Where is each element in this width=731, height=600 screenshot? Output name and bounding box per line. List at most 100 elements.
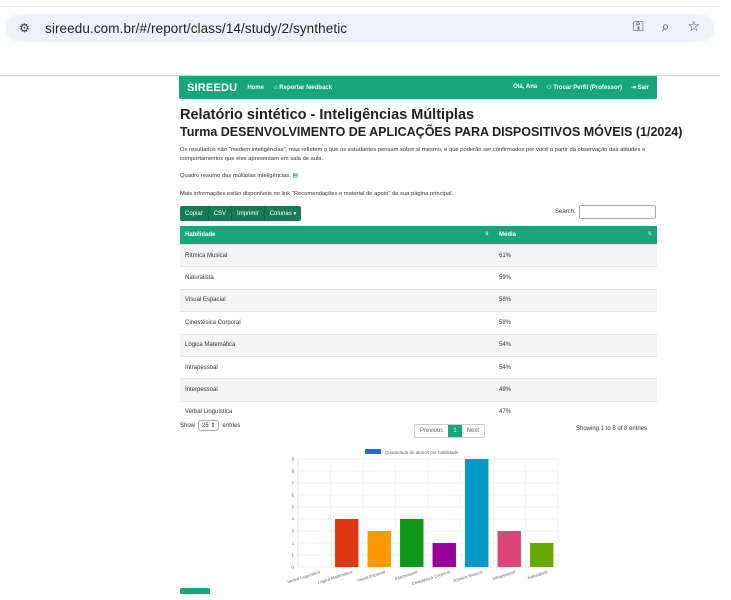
- x-tick-label: Visual Espacial: [356, 569, 385, 583]
- app-navbar: SIREEDU Home ⌂ Reportar feedback Olá, An…: [179, 76, 657, 99]
- sort-icon: ⇅: [484, 231, 489, 237]
- y-tick-label: 4: [291, 517, 294, 522]
- skill-cell: Rítmica Musical: [180, 243, 494, 267]
- table-row: Interpessoal 49%: [180, 378, 657, 402]
- skill-cell: Interpessoal: [180, 378, 494, 402]
- skill-cell: Lógica Matemática: [180, 333, 494, 357]
- legend-label: Quantidade de alunos por habilidade: [385, 450, 459, 455]
- intro-paragraph: Os resultados não "medem inteligências",…: [180, 147, 646, 162]
- average-cell: 61%: [494, 243, 657, 267]
- navbar-right: Olá, Ana ⚇ Trocar Perfil (Professor) ⇥ S…: [513, 84, 649, 91]
- header-habilidade-label: Habilidade: [185, 232, 216, 238]
- user-greeting: Olá, Ana: [513, 84, 538, 90]
- table-row: Cinestésica Corporal 58%: [180, 311, 657, 335]
- table-row: Rítmica Musical 61%: [180, 243, 657, 267]
- table-header-row: Habilidade ⇅ Média ⇅: [180, 226, 657, 245]
- footer-button[interactable]: [180, 588, 210, 594]
- header-media[interactable]: Média ⇅: [494, 226, 657, 245]
- bar: [400, 519, 424, 567]
- print-button[interactable]: Imprimir: [232, 206, 265, 221]
- y-tick-label: 3: [291, 529, 294, 534]
- average-cell: 54%: [494, 333, 657, 357]
- x-tick-label: Rítmica Musical: [453, 569, 483, 583]
- table-info: Showing 1 to 8 of 8 entries: [576, 426, 648, 432]
- x-tick-label: Verbal Linguística: [287, 569, 321, 584]
- class-subtitle: Turma DESENVOLVIMENTO DE APLICAÇÕES PARA…: [180, 125, 683, 139]
- average-cell: 58%: [494, 311, 657, 335]
- columns-label: Colunas: [269, 210, 292, 217]
- search-label: Search:: [555, 209, 576, 215]
- x-tick-label: Intrapessoal: [492, 569, 516, 581]
- y-tick-label: 9: [291, 457, 294, 462]
- logout-label: Sair: [637, 85, 649, 91]
- site-settings-icon[interactable]: ⚙: [19, 21, 37, 35]
- x-tick-label: Lógica Matemática: [317, 569, 353, 585]
- average-cell: 49%: [494, 378, 657, 402]
- switch-profile-link[interactable]: ⚇ Trocar Perfil (Professor): [546, 84, 622, 91]
- average-cell: 54%: [494, 355, 657, 379]
- bar: [497, 531, 521, 567]
- summary-link[interactable]: Quadro resumo das múltiplas inteligência…: [180, 173, 291, 179]
- page-size-control: Show 25 ⇕ entries: [180, 420, 240, 431]
- address-bar-actions: ⚿ ⌕ ☆: [633, 18, 700, 35]
- bar: [465, 459, 489, 567]
- page-size-select[interactable]: 25 ⇕: [198, 420, 220, 431]
- bookmark-star-icon[interactable]: ☆: [687, 18, 700, 35]
- average-cell: 47%: [494, 400, 657, 424]
- more-info-paragraph: Mais informações estão disponíveis no li…: [180, 191, 454, 197]
- next-button[interactable]: Next: [462, 425, 484, 437]
- copy-button[interactable]: Copiar: [180, 206, 209, 221]
- logout-link[interactable]: ⇥ Sair: [631, 84, 649, 91]
- table-row: Naturalista 59%: [180, 266, 657, 290]
- password-key-icon[interactable]: ⚿: [633, 18, 644, 35]
- browser-top-divider: [0, 6, 720, 7]
- header-media-label: Média: [499, 232, 517, 238]
- brand-logo[interactable]: SIREEDU: [187, 82, 237, 94]
- address-bar[interactable]: ⚙ sireedu.com.br/#/report/class/14/study…: [6, 14, 714, 42]
- bar: [367, 531, 391, 567]
- skill-cell: Naturalista: [180, 266, 494, 290]
- average-cell: 58%: [494, 288, 657, 312]
- switch-profile-label: Trocar Perfil (Professor): [553, 85, 622, 91]
- page-size-value: 25: [202, 423, 209, 429]
- header-habilidade[interactable]: Habilidade ⇅: [180, 226, 494, 245]
- url-text[interactable]: sireedu.com.br/#/report/class/14/study/2…: [45, 21, 347, 36]
- y-tick-label: 7: [291, 481, 294, 486]
- skills-bar-chart: Quantidade de alunos por habilidade 0 1 2 3 4…: [287, 449, 559, 586]
- y-tick-label: 6: [291, 493, 294, 498]
- pagination: Previous 1 Next: [414, 424, 486, 438]
- skill-cell: Cinestésica Corporal: [180, 311, 494, 335]
- columns-button[interactable]: Colunas ▾: [264, 206, 302, 221]
- search-input[interactable]: [579, 205, 656, 219]
- export-button-group: Copiar CSV Imprimir Colunas ▾: [180, 206, 302, 221]
- show-label: Show: [180, 422, 196, 429]
- page-1-button[interactable]: 1: [448, 425, 462, 437]
- sort-icon: ⇅: [647, 231, 652, 237]
- legend-swatch: [365, 449, 381, 454]
- entries-label: entries: [222, 422, 241, 429]
- y-tick-label: 2: [291, 541, 294, 546]
- bar: [530, 543, 554, 567]
- x-tick-label: Naturalista: [527, 569, 549, 580]
- average-cell: 59%: [494, 266, 657, 290]
- skill-cell: Visual Espacial: [180, 288, 494, 312]
- excel-file-icon[interactable]: ▤: [292, 173, 297, 179]
- skill-cell: Intrapessoal: [180, 355, 494, 379]
- results-table: Habilidade ⇅ Média ⇅ Rítmica Musical 61% Na…: [180, 226, 657, 424]
- summary-paragraph: Quadro resumo das múltiplas inteligência…: [180, 172, 658, 181]
- nav-feedback[interactable]: ⌂ Reportar feedback: [274, 85, 332, 91]
- y-tick-label: 8: [291, 469, 294, 474]
- y-tick-label: 1: [291, 553, 294, 558]
- bar: [432, 543, 456, 567]
- bar: [335, 519, 359, 567]
- y-tick-label: 5: [291, 505, 294, 510]
- zoom-icon[interactable]: ⌕: [662, 18, 670, 35]
- previous-button[interactable]: Previous: [415, 425, 448, 437]
- feedback-label: Reportar feedback: [279, 84, 332, 91]
- table-row: Visual Espacial 58%: [180, 288, 657, 312]
- table-row: Verbal Linguística 47%: [180, 400, 657, 424]
- csv-button[interactable]: CSV: [208, 206, 233, 221]
- page-title: Relatório sintético - Inteligências Múlt…: [180, 107, 475, 123]
- nav-home[interactable]: Home: [247, 85, 264, 91]
- table-row: Intrapessoal 54%: [180, 355, 657, 379]
